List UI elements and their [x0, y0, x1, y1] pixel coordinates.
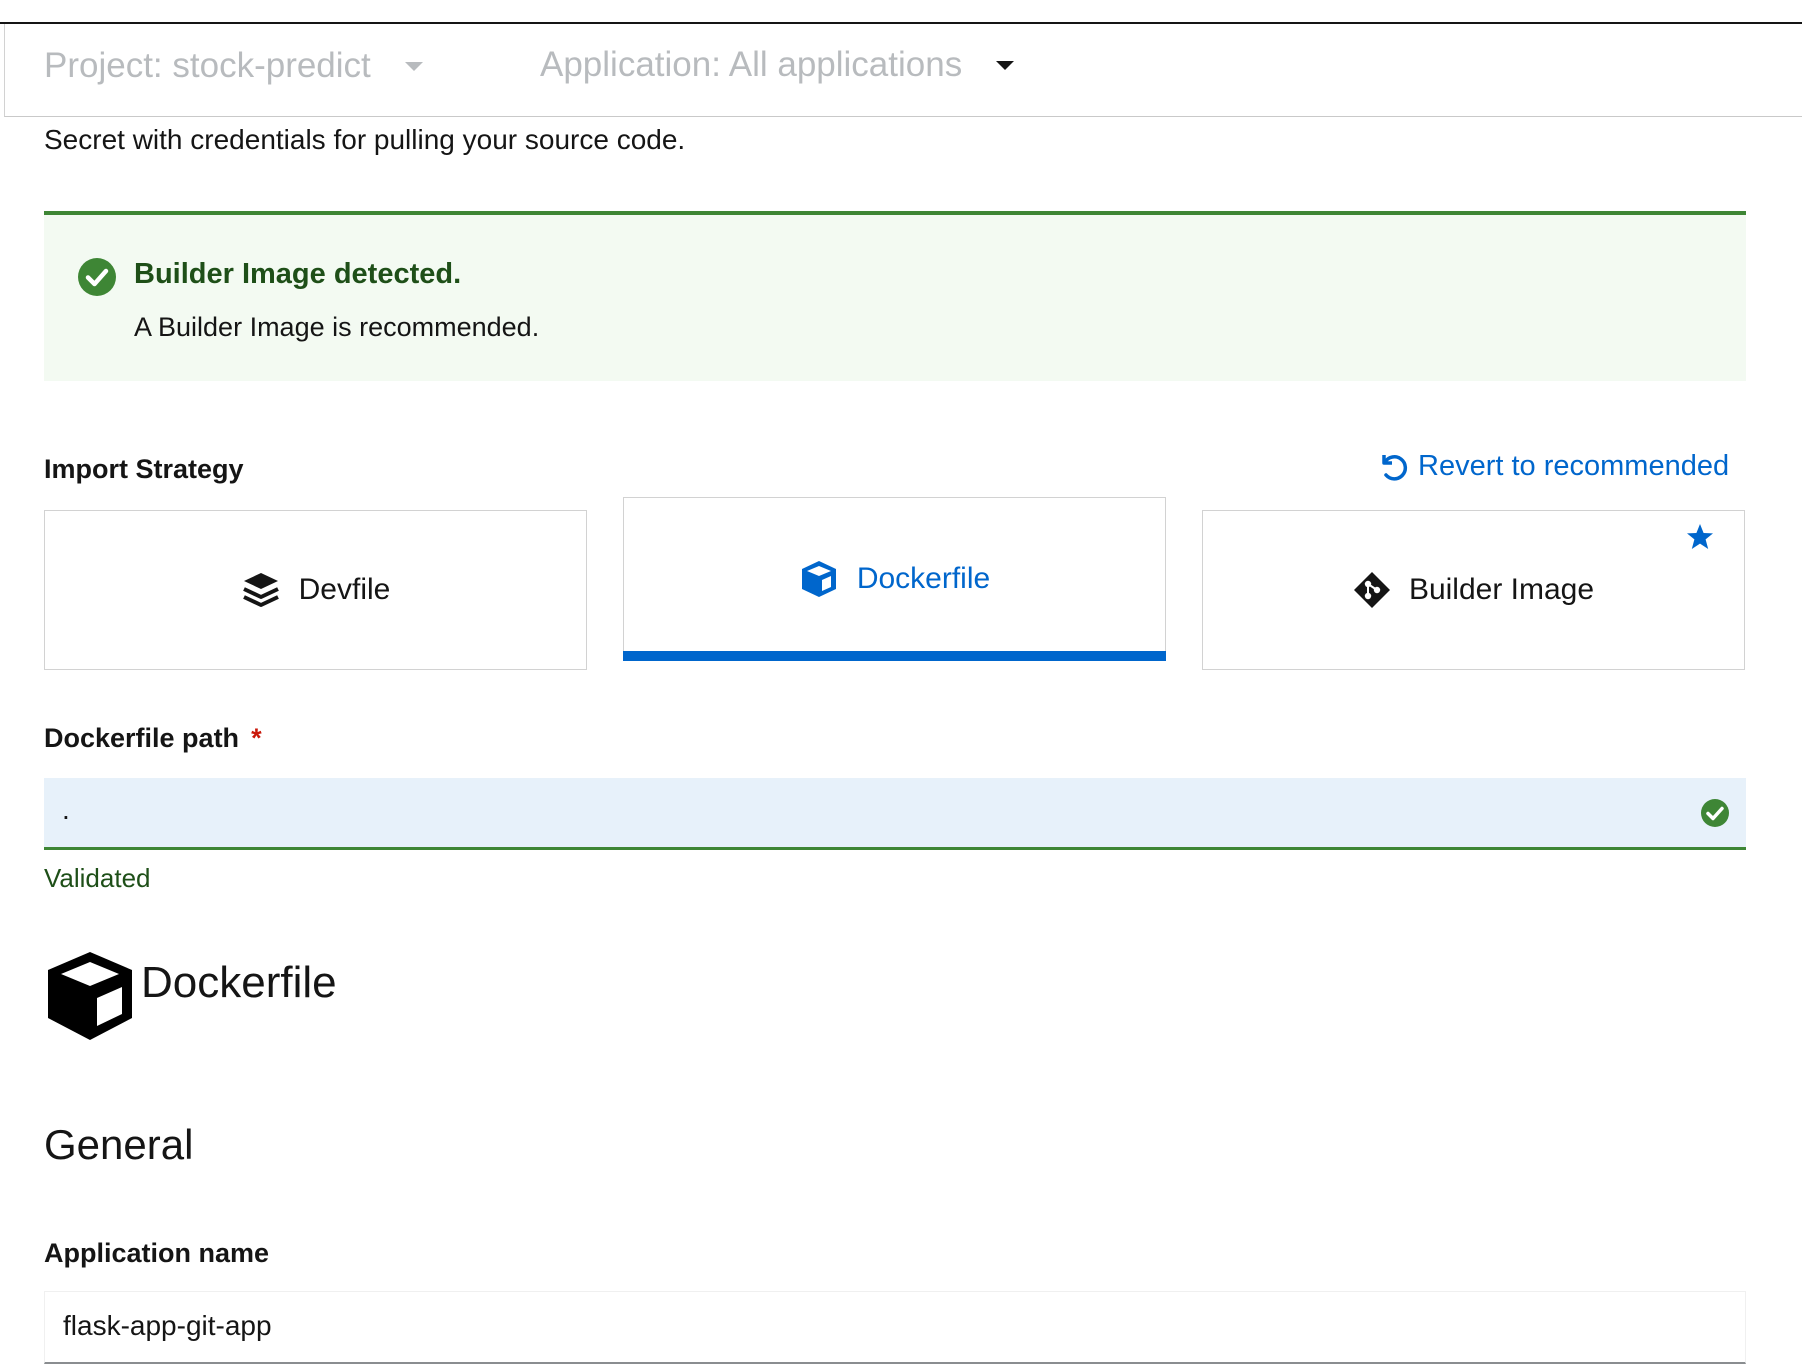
- import-strategy-label: Import Strategy: [44, 454, 244, 484]
- dockerfile-path-input[interactable]: .: [44, 778, 1746, 850]
- project-selector-label: Project: stock-predict: [44, 46, 371, 85]
- check-circle-icon: [78, 258, 116, 296]
- builder-image-detected-alert: Builder Image detected. A Builder Image …: [44, 211, 1746, 381]
- caret-down-icon: [996, 60, 1015, 70]
- revert-label: Revert to recommended: [1418, 450, 1730, 482]
- context-bar: Project: stock-predict Application: All …: [4, 24, 1802, 117]
- check-circle-icon: [1701, 799, 1729, 827]
- strategy-label-dockerfile: Dockerfile: [856, 562, 991, 595]
- strategy-tile-devfile[interactable]: Devfile: [44, 510, 587, 670]
- dockerfile-path-helper: Validated: [44, 863, 151, 893]
- dockerfile-section-title: Dockerfile: [141, 958, 337, 1007]
- strategy-tile-dockerfile[interactable]: Dockerfile: [623, 497, 1166, 661]
- revert-to-recommended-button[interactable]: Revert to recommended: [1378, 450, 1729, 483]
- cube-icon: [801, 561, 836, 597]
- application-selector-label: Application: All applications: [540, 45, 963, 84]
- application-name-label: Application name: [44, 1238, 270, 1268]
- git-icon: [1353, 572, 1390, 608]
- source-secret-helper-text: Secret with credentials for pulling your…: [44, 124, 686, 155]
- alert-description: A Builder Image is recommended.: [134, 312, 540, 342]
- docker-cube-icon: [48, 952, 132, 1040]
- project-selector[interactable]: Project: stock-predict: [44, 46, 423, 86]
- strategy-label-devfile: Devfile: [298, 573, 391, 606]
- star-icon: [1687, 524, 1713, 549]
- import-from-git-page: Project: stock-predict Application: All …: [0, 0, 1802, 1364]
- dockerfile-path-label-text: Dockerfile path: [44, 723, 240, 753]
- strategy-label-builder-image: Builder Image: [1408, 573, 1595, 606]
- dockerfile-path-value: .: [62, 794, 70, 825]
- layers-icon: [242, 573, 279, 607]
- strategy-tile-builder-image[interactable]: Builder Image: [1202, 510, 1745, 670]
- alert-title: Builder Image detected.: [134, 258, 462, 290]
- dockerfile-path-label: Dockerfile path *: [44, 723, 262, 754]
- application-name-input[interactable]: flask-app-git-app: [44, 1291, 1746, 1364]
- undo-icon: [1382, 454, 1408, 481]
- general-section-heading: General: [44, 1121, 194, 1168]
- caret-down-icon: [404, 61, 423, 71]
- required-marker: *: [251, 723, 262, 753]
- selected-indicator: [623, 651, 1166, 661]
- application-selector[interactable]: Application: All applications: [540, 45, 1015, 85]
- application-name-value: flask-app-git-app: [63, 1310, 272, 1341]
